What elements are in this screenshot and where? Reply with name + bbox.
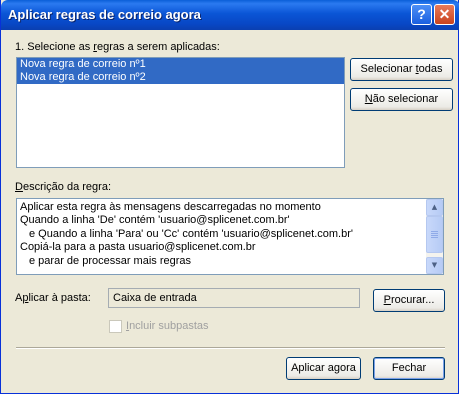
- scroll-down-arrow-icon[interactable]: ▼: [426, 257, 443, 274]
- help-button[interactable]: ?: [411, 4, 432, 25]
- description-scrollbar[interactable]: ▲ ▼: [426, 199, 443, 274]
- description-line: e Quando a linha 'Para' ou 'Cc' contém '…: [29, 228, 353, 240]
- target-folder-field: Caixa de entrada: [108, 288, 360, 308]
- window-title: Aplicar regras de correio agora: [8, 7, 201, 22]
- rule-description-box[interactable]: Aplicar esta regra às mensagens descarre…: [16, 198, 444, 275]
- help-icon: ?: [417, 6, 426, 22]
- browse-button[interactable]: Procurar...: [373, 289, 445, 312]
- close-window-button[interactable]: ✕: [434, 4, 455, 25]
- rules-list[interactable]: Nova regra de correio nº1 Nova regra de …: [16, 57, 345, 168]
- select-none-button[interactable]: Não selecionar: [350, 88, 453, 111]
- select-all-button[interactable]: Selecionar todas: [350, 58, 453, 81]
- separator: [16, 347, 445, 349]
- description-line: Aplicar esta regra às mensagens descarre…: [20, 201, 321, 213]
- description-line: Quando a linha 'De' contém 'usuario@spli…: [20, 214, 290, 226]
- include-subfolders-checkbox[interactable]: [109, 320, 122, 333]
- apply-folder-label: Aplicar à pasta:: [15, 292, 91, 304]
- apply-now-button[interactable]: Aplicar agora: [286, 357, 361, 380]
- title-bar[interactable]: Aplicar regras de correio agora ? ✕: [1, 0, 459, 30]
- apply-rules-dialog: Aplicar regras de correio agora ? ✕ 1. S…: [0, 0, 459, 394]
- scroll-thumb[interactable]: [426, 216, 443, 253]
- description-line: Copiá-la para a pasta usuario@splicenet.…: [20, 241, 256, 253]
- scroll-up-arrow-icon[interactable]: ▲: [426, 199, 443, 216]
- include-subfolders-label: Incluir subpastas: [126, 320, 209, 332]
- rules-list-label: 1. Selecione as regras a serem aplicadas…: [15, 41, 220, 53]
- close-icon: ✕: [438, 6, 451, 22]
- close-button[interactable]: Fechar: [373, 357, 445, 380]
- rule-item[interactable]: Nova regra de correio nº2: [17, 71, 344, 84]
- rule-item[interactable]: Nova regra de correio nº1: [17, 58, 344, 71]
- description-label: Descrição da regra:: [15, 181, 111, 193]
- description-line: e parar de processar mais regras: [29, 255, 192, 267]
